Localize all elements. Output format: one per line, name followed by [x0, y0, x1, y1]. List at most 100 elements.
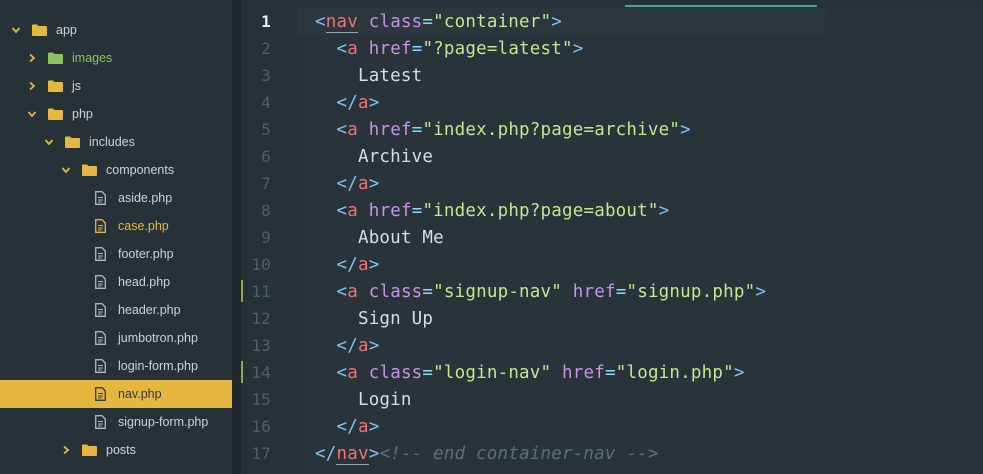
code-text: </a> — [315, 336, 379, 356]
folder-icon — [48, 80, 63, 92]
line-number: 5 — [261, 120, 271, 139]
tree-folder-app[interactable]: app — [0, 16, 232, 44]
token-tag: nav — [325, 11, 358, 33]
token-eq: = — [411, 38, 423, 59]
tree-file-header-php[interactable]: header.php — [0, 296, 232, 324]
token-txt: Latest — [357, 65, 423, 86]
token-brk: > — [368, 335, 380, 356]
token-str: "?page=latest" — [422, 38, 573, 59]
chevron-right-icon[interactable] — [26, 80, 38, 92]
chevron-down-icon[interactable] — [26, 108, 38, 120]
token-tag: a — [347, 38, 358, 59]
token-brk: > — [680, 119, 691, 140]
tree-item-label: jumbotron.php — [118, 331, 198, 345]
code-line[interactable]: 12 Sign Up — [241, 305, 983, 332]
chevron-down-icon[interactable] — [60, 164, 72, 176]
token-txt: About Me — [357, 227, 444, 248]
code-text: <nav class="container"> — [315, 11, 562, 33]
token-txt: Archive — [357, 146, 434, 167]
token-brk: > — [733, 362, 745, 383]
tree-folder-components[interactable]: components — [0, 156, 232, 184]
line-number: 2 — [261, 39, 271, 58]
code-line[interactable]: 10 </a> — [241, 251, 983, 278]
tree-file-nav-php[interactable]: nav.php — [0, 380, 232, 408]
code-line[interactable]: 4 </a> — [241, 89, 983, 116]
tree-file-jumbotron-php[interactable]: jumbotron.php — [0, 324, 232, 352]
line-number: 12 — [251, 309, 271, 328]
code-line[interactable]: 1 <nav class="container"> — [241, 8, 983, 35]
tree-file-footer-php[interactable]: footer.php — [0, 240, 232, 268]
line-number: 6 — [261, 147, 271, 166]
code-text: About Me — [315, 228, 444, 248]
token-tag: a — [347, 119, 358, 140]
chevron-right-icon[interactable] — [60, 444, 72, 456]
tree-folder-php[interactable]: php — [0, 100, 232, 128]
code-line[interactable]: 15 Login — [241, 386, 983, 413]
tree-file-signup-form-php[interactable]: signup-form.php — [0, 408, 232, 436]
file-icon — [95, 303, 106, 317]
active-tab-indicator — [625, 5, 817, 7]
tree-folder-includes[interactable]: includes — [0, 128, 232, 156]
token-brk: > — [368, 254, 380, 275]
token-brk: </ — [336, 92, 358, 113]
token-attr: href — [368, 38, 412, 59]
code-line[interactable]: 3 Latest — [241, 62, 983, 89]
code-line[interactable]: 17 </nav><!-- end container-nav --> — [241, 440, 983, 467]
token-brk: < — [315, 11, 326, 32]
token-tag: a — [347, 281, 358, 302]
tree-item-label: includes — [89, 135, 135, 149]
code-editor[interactable]: 1 <nav class="container"> 2 <a href="?page… — [241, 0, 983, 474]
tree-folder-posts[interactable]: posts — [0, 436, 232, 464]
line-number: 13 — [251, 336, 271, 355]
tree-file-login-form-php[interactable]: login-form.php — [0, 352, 232, 380]
code-text: Sign Up — [315, 309, 433, 329]
code-line[interactable]: 5 <a href="index.php?page=archive"> — [241, 116, 983, 143]
token-str: "container" — [433, 11, 552, 32]
token-eq: = — [604, 362, 616, 383]
line-number: 17 — [251, 444, 271, 463]
code-line[interactable]: 11 <a class="signup-nav" href="signup.ph… — [241, 278, 983, 305]
tree-item-label: case.php — [118, 219, 169, 233]
code-line[interactable]: 8 <a href="index.php?page=about"> — [241, 197, 983, 224]
code-line[interactable]: 6 Archive — [241, 143, 983, 170]
token-brk: < — [336, 38, 348, 59]
token-brk: < — [336, 119, 348, 140]
tree-folder-js[interactable]: js — [0, 72, 232, 100]
token-attr: class — [368, 362, 423, 383]
tree-file-head-php[interactable]: head.php — [0, 268, 232, 296]
tree-file-aside-php[interactable]: aside.php — [0, 184, 232, 212]
code-text: <a href="index.php?page=about"> — [315, 201, 669, 221]
token-eq: = — [422, 281, 434, 302]
chevron-down-icon[interactable] — [10, 24, 22, 36]
file-icon — [95, 387, 106, 401]
code-text: </a> — [315, 93, 379, 113]
token-txt: Login — [357, 389, 412, 410]
code-text: </a> — [315, 417, 379, 437]
code-line[interactable]: 9 About Me — [241, 224, 983, 251]
token-brk: > — [572, 38, 584, 59]
code-line[interactable]: 14 <a class="login-nav" href="login.php"… — [241, 359, 983, 386]
code-line[interactable]: 7 </a> — [241, 170, 983, 197]
tree-file-case-php[interactable]: case.php — [0, 212, 232, 240]
file-icon — [95, 219, 106, 233]
code-line[interactable]: 16 </a> — [241, 413, 983, 440]
chevron-down-icon[interactable] — [43, 136, 55, 148]
chevron-right-icon[interactable] — [26, 52, 38, 64]
tree-folder-images[interactable]: images — [0, 44, 232, 72]
file-tree-sidebar: app images js php includes components aside.ph… — [0, 0, 232, 474]
token-brk: > — [755, 281, 767, 302]
code-line[interactable]: 13 </a> — [241, 332, 983, 359]
sidebar-divider[interactable] — [232, 0, 241, 474]
token-str: "signup.php" — [626, 281, 756, 302]
file-icon — [95, 415, 106, 429]
tree-item-label: components — [106, 163, 175, 177]
token-eq: = — [422, 11, 434, 32]
folder-icon — [65, 136, 80, 148]
code-line[interactable]: 2 <a href="?page=latest"> — [241, 35, 983, 62]
